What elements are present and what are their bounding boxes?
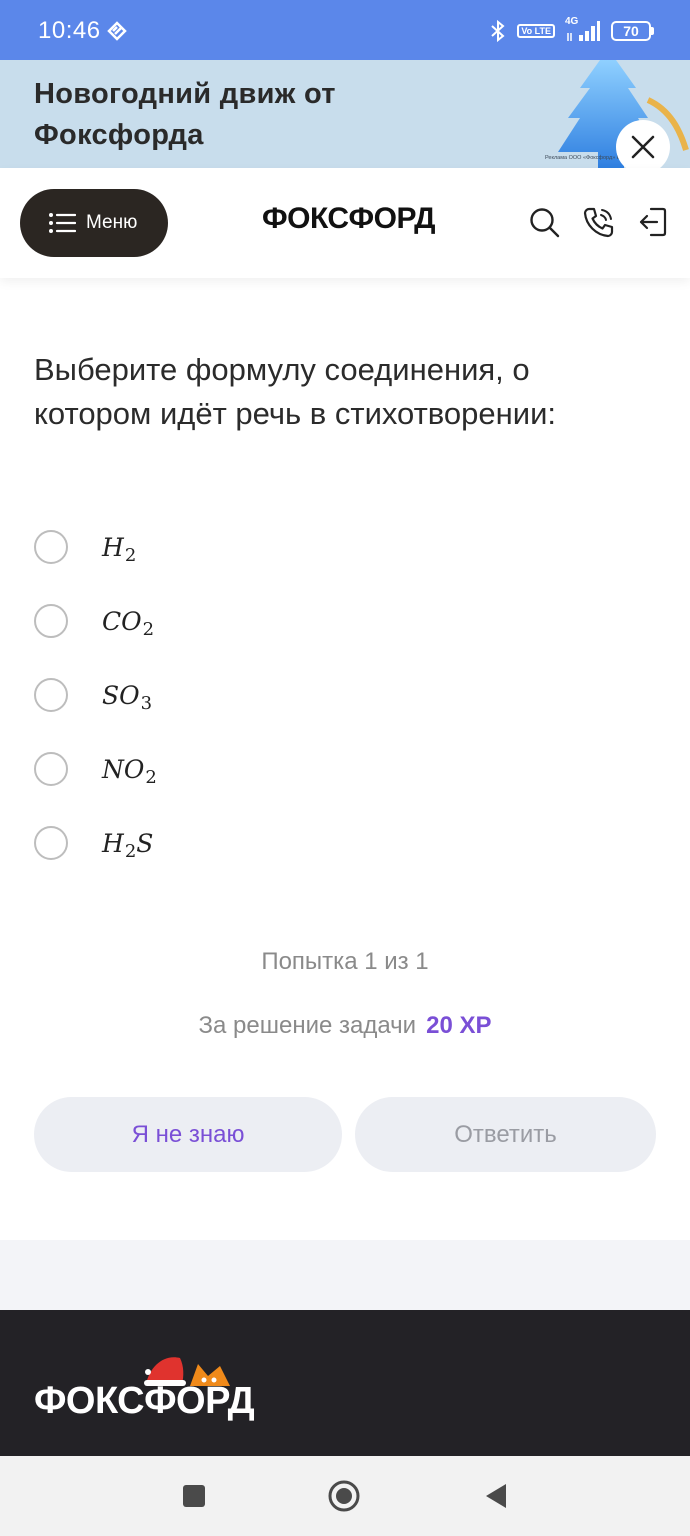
reward-xp: 20 XP [426,1012,492,1039]
close-icon [631,135,655,159]
attempt-counter: Попытка 1 из 1 [261,948,429,975]
status-icons: Vo LTE 4G 70 [489,16,654,44]
search-icon[interactable] [528,206,560,238]
foxford-logo[interactable]: ФОКСФОРД [262,202,435,236]
answer-options: H2 CO 2 SO 3 NO 2 H2S [34,510,634,880]
signal-icon: 4G [565,16,601,43]
option-so3[interactable]: SO 3 [34,658,634,732]
battery-level: 70 [611,21,651,41]
battery-icon: 70 [611,21,654,41]
volte-badge: Vo LTE [517,24,555,38]
recents-icon[interactable] [178,1480,210,1512]
formula: H2S [102,828,154,862]
menu-label: Меню [86,212,138,233]
dont-know-button[interactable]: Я не знаю [34,1097,342,1172]
question-text: Выберите формулу соединения, о котором и… [34,352,557,431]
status-bar: 10:46 Vo LTE 4G 70 [0,0,690,60]
menu-button[interactable]: Меню [20,189,168,257]
formula: SO 3 [102,680,153,714]
radio-button[interactable] [34,530,68,564]
system-navigation-bar [0,1456,690,1536]
formula: NO 2 [102,754,157,788]
bluetooth-icon [491,19,505,43]
answer-button[interactable]: Ответить [355,1097,656,1172]
formula: H2 [102,532,137,566]
radio-button[interactable] [34,826,68,860]
phone-icon[interactable] [583,206,615,238]
footer-logo[interactable]: ФОКСФОРД [34,1380,255,1423]
option-h2s[interactable]: H2S [34,806,634,880]
reward-label: За решение задачи [198,1012,417,1039]
formula: CO 2 [102,606,155,640]
site-header: Меню ФОКСФОРД [0,168,690,278]
back-icon[interactable] [480,1480,512,1512]
status-time: 10:46 [38,17,101,44]
close-banner-button[interactable] [616,120,670,168]
list-icon [49,213,76,233]
promo-banner[interactable]: Новогодний движ от Фоксфорда Реклама ООО… [0,60,690,168]
radio-button[interactable] [34,752,68,786]
reward-info: За решение задачи 20 XP [0,1012,690,1040]
home-icon[interactable] [328,1480,360,1512]
network-type: 4G [565,16,579,27]
option-no2[interactable]: NO 2 [34,732,634,806]
option-h2[interactable]: H2 [34,510,634,584]
site-footer: ФОКСФОРД [0,1310,690,1456]
spacer-band [0,1240,690,1310]
option-co2[interactable]: CO 2 [34,584,634,658]
app-notification-icon [107,21,127,41]
login-icon[interactable] [637,206,669,238]
radio-button[interactable] [34,604,68,638]
promo-title: Новогодний движ от Фоксфорда [34,78,336,151]
radio-button[interactable] [34,678,68,712]
